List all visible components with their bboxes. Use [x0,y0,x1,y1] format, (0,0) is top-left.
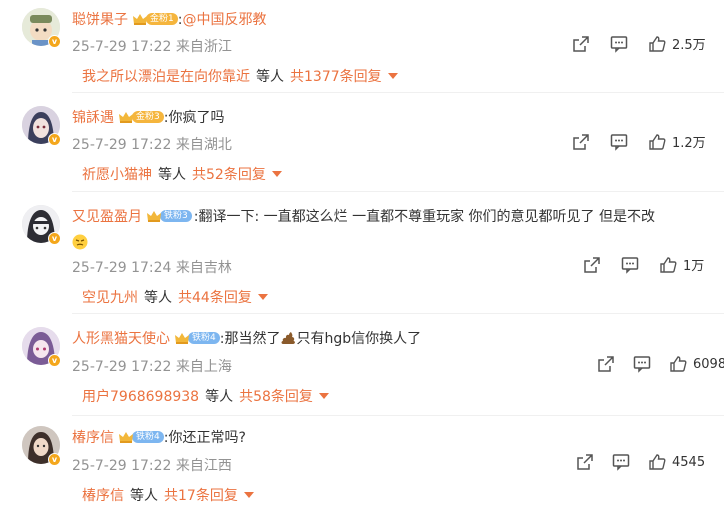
reply-count[interactable]: 共58条回复 [239,386,313,406]
fan-level-label: 金粉3 [132,111,164,123]
reply-mid-text: 等人 [144,290,172,306]
divider [72,191,724,192]
reply-summary[interactable]: 祈愿小猫神 等人 共52条回复 [82,164,282,184]
username[interactable]: 锦訸遇 [72,107,114,127]
like-icon[interactable] [648,453,666,471]
chevron-down-icon[interactable] [257,294,268,300]
reply-mid-text: 等人 [205,389,234,405]
crown-icon [174,331,190,345]
fan-level-label: 金粉1 [146,13,178,25]
comment-text: :@中国反邪教 [178,9,267,29]
comment-text: :你疯了吗 [163,110,225,126]
reply-user[interactable]: 用户7968698938 [82,386,199,406]
reply-summary[interactable]: 用户7968698938 等人 共58条回复 [82,386,329,406]
comment-icon[interactable] [621,256,639,274]
comment-text: :你还正常吗? [163,430,246,446]
comment-icon[interactable] [610,35,628,53]
reply-summary[interactable]: 椿序信 等人 共17条回复 [82,485,254,505]
username[interactable]: 聪饼果子 [72,9,128,29]
comment-icon[interactable] [633,355,651,373]
chevron-down-icon[interactable] [243,492,254,498]
reply-user[interactable]: 祈愿小猫神 [82,164,152,184]
reply-count[interactable]: 共52条回复 [192,164,266,184]
comment-icon[interactable] [610,133,628,151]
share-icon[interactable] [597,355,615,373]
divider [72,313,724,314]
reply-mid-text: 等人 [158,167,186,183]
fan-badge[interactable]: 铁粉3 [146,209,192,223]
reply-user[interactable]: 我之所以漂泊是在向你靠近 [82,66,250,86]
crown-icon [118,110,134,124]
poop-emoji-icon [281,332,296,344]
comment-meta: 25-7-29 17:22 来自湖北 [72,137,232,153]
crown-icon [146,209,162,223]
reply-user[interactable]: 空见九州 [82,287,138,307]
comment-meta: 25-7-29 17:24 来自吉林 [72,260,232,276]
comment-text: :翻译一下: 一直都这么烂 一直都不尊重玩家 你们的意见都听见了 但是不改 [193,209,655,225]
fan-badge[interactable]: 铁粉4 [174,331,220,345]
like-icon[interactable] [669,355,687,373]
chevron-down-icon[interactable] [387,73,398,79]
divider [72,92,724,93]
like-count: 1.2万 [672,136,706,151]
username[interactable]: 又见盈盈月 [72,206,142,226]
reply-summary[interactable]: 空见九州 等人 共44条回复 [82,287,268,307]
comment-icon[interactable] [612,453,630,471]
crown-icon [132,12,148,26]
share-icon[interactable] [576,453,594,471]
divider [72,415,724,416]
reply-count[interactable]: 共17条回复 [164,485,238,505]
reply-summary[interactable]: 我之所以漂泊是在向你靠近 等人 共1377条回复 [82,66,398,86]
verified-badge-icon: v [48,232,61,245]
comment-meta: 25-7-29 17:22 来自浙江 [72,39,232,55]
comment-meta: 25-7-29 17:22 来自江西 [72,458,232,474]
reply-mid-text: 等人 [130,488,158,504]
verified-badge-icon: v [48,453,61,466]
like-count: 6098 [693,356,724,372]
like-icon[interactable] [659,256,677,274]
comment-text: :那当然了 只有hgb信你换人了 [220,328,421,348]
chevron-down-icon[interactable] [318,393,329,399]
share-icon[interactable] [572,35,590,53]
mention-link[interactable]: @中国反邪教 [182,12,266,28]
like-icon[interactable] [648,133,666,151]
verified-badge-icon: v [48,133,61,146]
fan-level-label: 铁粉3 [160,210,192,222]
emoji-icon [72,232,88,251]
fan-level-label: 铁粉4 [188,332,220,344]
like-count: 4545 [672,454,706,470]
comment-text-prefix: :那当然了 [219,331,281,347]
share-icon[interactable] [583,256,601,274]
reply-count[interactable]: 共1377条回复 [290,66,382,86]
verified-badge-icon: v [48,35,61,48]
like-icon[interactable] [648,35,666,53]
fan-badge[interactable]: 金粉3 [118,110,164,124]
reply-user[interactable]: 椿序信 [82,485,124,505]
comment-meta: 25-7-29 17:22 来自上海 [72,359,232,375]
chevron-down-icon[interactable] [271,171,282,177]
fan-level-label: 铁粉4 [132,431,164,443]
like-count: 1万 [683,259,705,274]
fan-badge[interactable]: 铁粉4 [118,430,164,444]
reply-count[interactable]: 共44条回复 [178,287,252,307]
username[interactable]: 椿序信 [72,427,114,447]
share-icon[interactable] [572,133,590,151]
reply-mid-text: 等人 [256,69,284,85]
comment-text-rest: 只有hgb信你换人了 [296,331,422,347]
like-count: 2.5万 [672,38,706,53]
username[interactable]: 人形黑猫天使心 [72,328,170,348]
fan-badge[interactable]: 金粉1 [132,12,178,26]
verified-badge-icon: v [48,354,61,367]
crown-icon [118,430,134,444]
